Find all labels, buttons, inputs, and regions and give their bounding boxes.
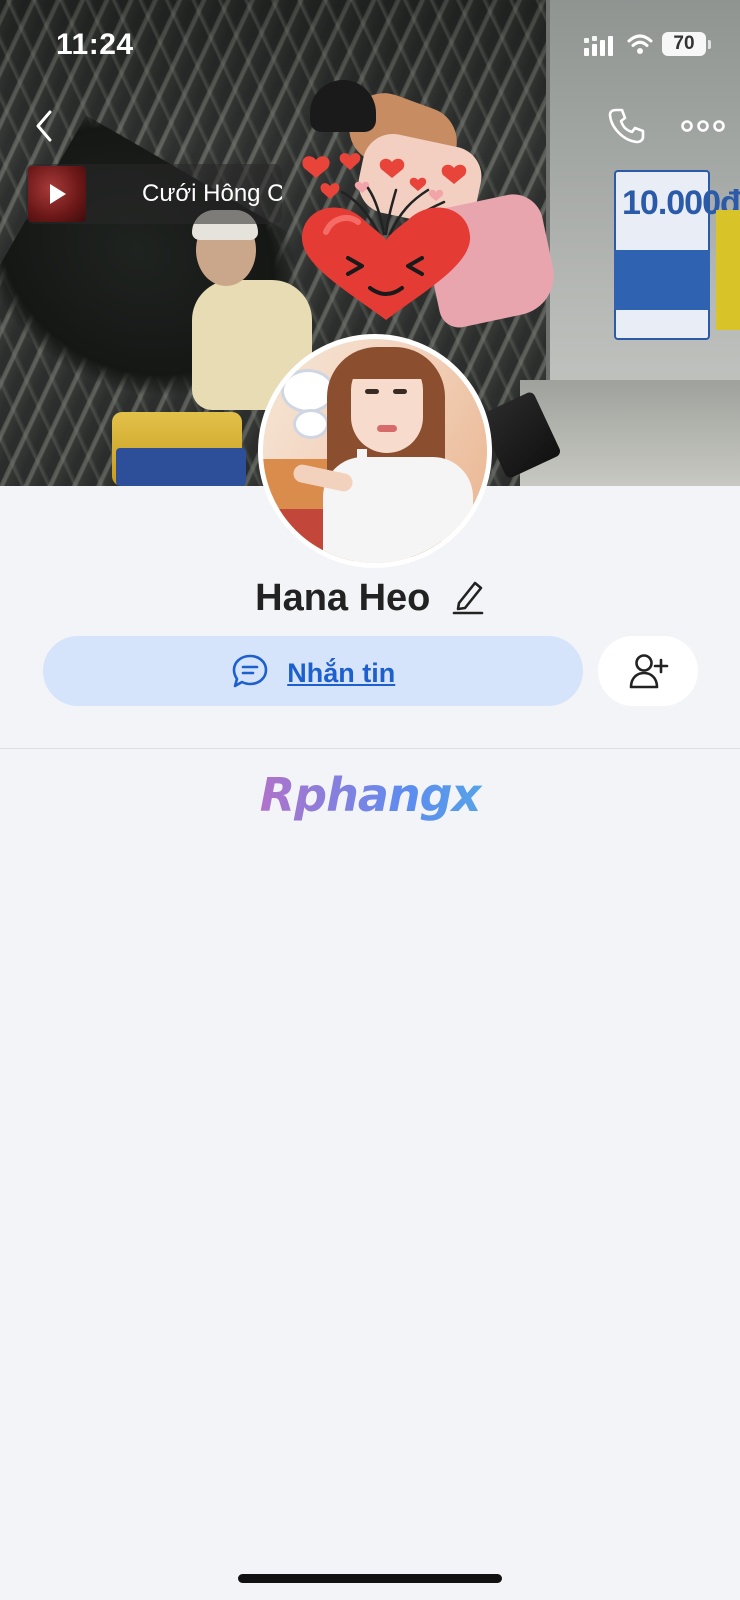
more-button[interactable] (678, 106, 728, 146)
play-icon[interactable] (44, 181, 70, 212)
cover-sign-band (614, 250, 710, 310)
cellular-signal-icon (584, 34, 616, 61)
phone-icon (608, 108, 645, 144)
edit-name-button[interactable] (451, 577, 485, 620)
section-divider (0, 748, 740, 749)
avatar-bangs (347, 351, 427, 379)
add-user-icon (628, 651, 670, 696)
avatar-lips (377, 425, 397, 432)
music-title: Cưới Hông C (142, 180, 282, 207)
cover-yellow-strip (716, 210, 740, 330)
heart-sticker (296, 140, 476, 330)
home-indicator[interactable] (238, 1574, 502, 1583)
battery-icon: 70 (662, 32, 706, 56)
avatar-eye-right (393, 389, 407, 394)
chat-bubble-icon (231, 652, 269, 695)
avatar-bg-red (263, 509, 323, 563)
battery-level: 70 (673, 33, 695, 54)
avatar-bubble-small (293, 409, 329, 439)
wifi-icon (626, 32, 654, 61)
back-button[interactable] (26, 104, 66, 148)
cover-floor (520, 380, 740, 486)
profile-name: Hana Heo (255, 577, 431, 619)
cover-basket (116, 448, 246, 486)
battery-nub (708, 40, 711, 49)
watermark-logo: Rphangx (0, 768, 740, 828)
add-friend-button[interactable] (598, 636, 698, 706)
message-button-content: Nhắn tin (231, 652, 395, 695)
chevron-left-icon (36, 110, 52, 142)
pencil-icon (452, 581, 484, 614)
profile-music-chip[interactable]: Cưới Hông C (26, 164, 282, 224)
status-bar: 11:24 70 (0, 0, 740, 90)
avatar-eye-left (365, 389, 379, 394)
profile-name-row: Hana Heo (0, 570, 740, 626)
profile-avatar[interactable] (258, 334, 492, 568)
more-horizontal-icon (681, 120, 725, 132)
avatar-strap (357, 449, 367, 499)
message-label: Nhắn tin (287, 658, 396, 688)
watermark-text: Rphangx (259, 768, 481, 822)
call-button[interactable] (604, 104, 648, 148)
message-button[interactable]: Nhắn tin (43, 636, 583, 706)
status-time: 11:24 (56, 28, 134, 61)
